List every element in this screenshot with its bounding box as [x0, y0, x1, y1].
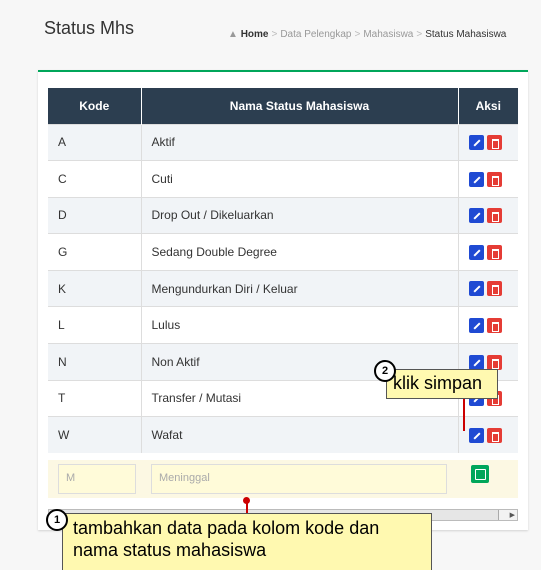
- cell-kode: G: [48, 233, 142, 271]
- column-header-kode: Kode: [48, 88, 142, 124]
- breadcrumb-separator: >: [416, 29, 423, 40]
- edit-icon[interactable]: [468, 427, 484, 443]
- cell-kode: D: [48, 196, 142, 234]
- table-row: C Cuti: [48, 160, 518, 198]
- breadcrumb-home[interactable]: Home: [241, 29, 269, 40]
- cell-nama: Mengundurkan Diri / Keluar: [141, 269, 459, 307]
- edit-icon[interactable]: [468, 354, 484, 370]
- cell-nama: Cuti: [141, 160, 459, 198]
- cell-aksi: [458, 416, 518, 454]
- callout-1-dot: [243, 497, 250, 504]
- cell-aksi: [458, 160, 518, 198]
- cell-kode: L: [48, 306, 142, 344]
- home-icon: ▲: [228, 29, 238, 40]
- new-entry-row: M Meninggal: [48, 460, 518, 498]
- breadcrumb-data-pelengkap[interactable]: Data Pelengkap: [280, 29, 351, 40]
- cell-aksi: [458, 269, 518, 307]
- table-row: D Drop Out / Dikeluarkan: [48, 196, 518, 234]
- cell-nama: Aktif: [141, 123, 459, 161]
- save-button[interactable]: [471, 465, 489, 483]
- cell-aksi: [458, 123, 518, 161]
- cell-kode: T: [48, 379, 142, 417]
- breadcrumb: ▲ Home > Data Pelengkap > Mahasiswa > Status M…: [228, 29, 506, 40]
- cell-kode: C: [48, 160, 142, 198]
- step-2-badge: 2: [374, 360, 396, 382]
- table-row: L Lulus: [48, 306, 518, 344]
- edit-icon[interactable]: [468, 281, 484, 297]
- table-header-row: Kode Nama Status Mahasiswa Aksi: [48, 88, 518, 124]
- callout-klik-simpan: klik simpan: [386, 369, 498, 399]
- delete-icon[interactable]: [486, 134, 502, 150]
- column-header-aksi: Aksi: [458, 88, 518, 124]
- content-box: Kode Nama Status Mahasiswa Aksi A Aktif C C…: [38, 70, 528, 530]
- cell-aksi: [458, 233, 518, 271]
- delete-icon[interactable]: [486, 317, 502, 333]
- cell-kode: A: [48, 123, 142, 161]
- delete-icon[interactable]: [486, 171, 502, 187]
- step-1-badge: 1: [46, 509, 68, 531]
- delete-icon[interactable]: [486, 244, 502, 260]
- cell-kode: W: [48, 416, 142, 454]
- table-row: K Mengundurkan Diri / Keluar: [48, 269, 518, 307]
- edit-icon[interactable]: [468, 244, 484, 260]
- kode-input[interactable]: M: [58, 464, 136, 494]
- cell-nama: Sedang Double Degree: [141, 233, 459, 271]
- nama-status-input[interactable]: Meninggal: [151, 464, 447, 494]
- edit-icon[interactable]: [468, 134, 484, 150]
- delete-icon[interactable]: [486, 281, 502, 297]
- cell-aksi: [458, 196, 518, 234]
- table-row: G Sedang Double Degree: [48, 233, 518, 271]
- edit-icon[interactable]: [468, 208, 484, 224]
- breadcrumb-mahasiswa[interactable]: Mahasiswa: [363, 29, 413, 40]
- edit-icon[interactable]: [468, 171, 484, 187]
- column-header-nama: Nama Status Mahasiswa: [141, 88, 459, 124]
- delete-icon[interactable]: [486, 208, 502, 224]
- cell-kode: N: [48, 343, 142, 381]
- delete-icon[interactable]: [486, 354, 502, 370]
- table-row: W Wafat: [48, 416, 518, 454]
- breadcrumb-separator: >: [354, 29, 361, 40]
- breadcrumb-current: Status Mahasiswa: [425, 29, 507, 40]
- cell-aksi: [458, 306, 518, 344]
- edit-icon[interactable]: [468, 317, 484, 333]
- cell-nama: Lulus: [141, 306, 459, 344]
- breadcrumb-separator: >: [271, 29, 278, 40]
- table-row: A Aktif: [48, 123, 518, 161]
- page-title: Status Mhs: [44, 18, 135, 38]
- cell-kode: K: [48, 269, 142, 307]
- delete-icon[interactable]: [486, 427, 502, 443]
- scroll-right-icon[interactable]: ▶: [510, 511, 515, 519]
- cell-nama: Wafat: [141, 416, 459, 454]
- page: Status Mhs ▲ Home > Data Pelengkap > Mahasis…: [0, 0, 541, 570]
- callout-tambahkan-data: tambahkan data pada kolom kode dan nama …: [62, 513, 432, 570]
- cell-nama: Drop Out / Dikeluarkan: [141, 196, 459, 234]
